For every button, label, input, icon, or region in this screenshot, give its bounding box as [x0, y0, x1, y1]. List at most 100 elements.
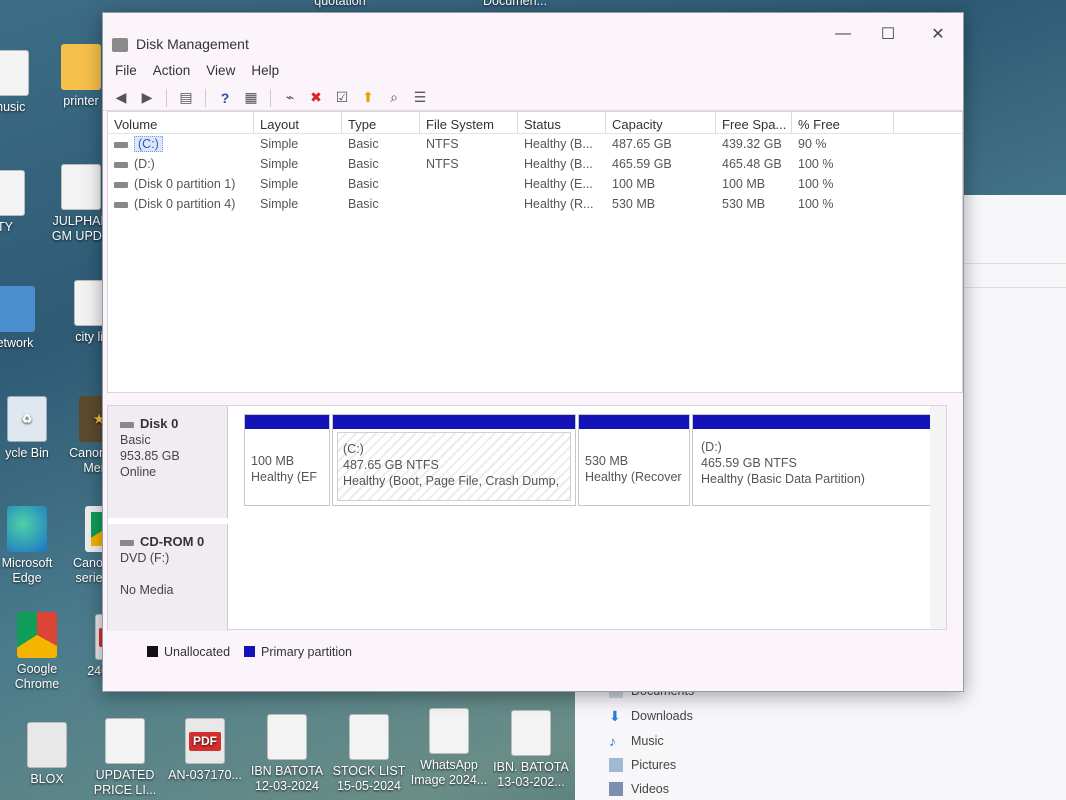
- disk-0-label[interactable]: Disk 0 Basic 953.85 GB Online: [108, 406, 228, 518]
- menu-bar: File Action View Help: [103, 63, 963, 85]
- file-icon: [511, 710, 551, 756]
- desktop-icon-ibn-batota-13[interactable]: IBN. BATOTA 13-03-202...: [492, 710, 570, 790]
- back-icon[interactable]: ◀: [111, 88, 131, 108]
- up-icon[interactable]: ⬆: [358, 88, 378, 108]
- file-icon: [267, 714, 307, 760]
- column-file-system[interactable]: File System: [420, 112, 518, 133]
- table-row[interactable]: (D:) Simple Basic NTFS Healthy (B... 465…: [108, 154, 962, 174]
- folder-icon: [61, 44, 101, 90]
- properties-icon[interactable]: ▦: [241, 88, 261, 108]
- table-row[interactable]: (C:) Simple Basic NTFS Healthy (B... 487…: [108, 134, 962, 154]
- help-icon[interactable]: ?: [215, 88, 235, 108]
- cdrom-0-label[interactable]: CD-ROM 0 DVD (F:) No Media: [108, 524, 228, 631]
- table-row[interactable]: (Disk 0 partition 1) Simple Basic Health…: [108, 174, 962, 194]
- file-icon: [0, 170, 25, 216]
- menu-action[interactable]: Action: [153, 63, 191, 85]
- disk-0-size: 953.85 GB: [120, 449, 180, 463]
- close-button[interactable]: ✕: [918, 19, 958, 49]
- file-icon: [105, 718, 145, 764]
- partition-c[interactable]: (C:) 487.65 GB NTFS Healthy (Boot, Page …: [332, 414, 576, 506]
- desktop-icon-blox[interactable]: BLOX: [8, 722, 86, 787]
- toolbar-divider: [166, 88, 167, 107]
- search-icon[interactable]: ⌕: [384, 88, 404, 108]
- legend: Unallocated Primary partition: [147, 645, 352, 659]
- column-free-space[interactable]: Free Spa...: [716, 112, 792, 133]
- disk-0-type: Basic: [120, 433, 151, 447]
- desktop-icon-updated-price-list[interactable]: UPDATED PRICE LI...: [86, 718, 164, 798]
- file-icon: [0, 50, 29, 96]
- column-layout[interactable]: Layout: [254, 112, 342, 133]
- column-capacity[interactable]: Capacity: [606, 112, 716, 133]
- edge-icon: [7, 506, 47, 552]
- column-type[interactable]: Type: [342, 112, 420, 133]
- desktop-icon-google-chrome[interactable]: Google Chrome: [0, 612, 76, 692]
- desktop-icon-recycle-bin[interactable]: ♻ ycle Bin: [0, 396, 66, 461]
- videos-icon: [609, 782, 623, 796]
- minimize-button[interactable]: —: [823, 19, 863, 49]
- disk-graphical-view: Disk 0 Basic 953.85 GB Online 100 MB Hea…: [107, 405, 947, 631]
- explorer-nav-downloads[interactable]: ⬇ Downloads: [609, 707, 693, 725]
- window-title: Disk Management: [136, 36, 249, 52]
- partition-color-bar: [245, 415, 329, 429]
- drive-icon: [114, 161, 128, 168]
- unallocated-swatch: [147, 646, 158, 657]
- partition-color-bar: [693, 415, 933, 429]
- pdf-icon: PDF: [185, 718, 225, 764]
- title-bar[interactable]: Disk Management — ☐ ✕: [103, 13, 963, 63]
- explorer-nav-music[interactable]: ♪ Music: [609, 732, 664, 750]
- legend-primary: Primary partition: [244, 645, 352, 659]
- partition-color-bar: [333, 415, 575, 429]
- disk-0-state: Online: [120, 465, 157, 479]
- desktop-icon-music[interactable]: music: [0, 50, 48, 115]
- forward-icon[interactable]: ▶: [137, 88, 157, 108]
- desktop-top-label[interactable]: quotation: [295, 0, 385, 9]
- disk-management-icon: [112, 38, 128, 52]
- cdrom-0-name: CD-ROM 0: [120, 534, 227, 550]
- explorer-nav-videos[interactable]: Videos: [609, 780, 669, 798]
- toolbar-divider: [270, 88, 271, 107]
- download-icon: ⬇: [609, 708, 621, 724]
- disk-icon: [120, 421, 134, 428]
- drive-icon: [114, 201, 128, 208]
- desktop-icon-ty[interactable]: TY: [0, 170, 44, 235]
- pictures-icon: [609, 758, 623, 772]
- toolbar: ◀ ▶ ▤ ? ▦ ⌁ ✖ ☑ ⬆ ⌕ ☰: [103, 85, 963, 111]
- menu-view[interactable]: View: [206, 63, 235, 85]
- column-volume[interactable]: Volume: [108, 112, 254, 133]
- legend-unallocated: Unallocated: [147, 645, 230, 659]
- file-icon: [349, 714, 389, 760]
- maximize-button[interactable]: ☐: [868, 19, 908, 49]
- desktop-icon-an-037170[interactable]: PDF AN-037170...: [166, 718, 244, 783]
- recycle-bin-icon: ♻: [7, 396, 47, 442]
- settings-icon[interactable]: ☰: [410, 88, 430, 108]
- desktop-icon-network[interactable]: etwork: [0, 286, 54, 351]
- cdrom-0-media: No Media: [120, 583, 174, 597]
- volume-list-header: Volume Layout Type File System Status Ca…: [108, 112, 962, 134]
- desktop-icon-stock-list[interactable]: STOCK LIST 15-05-2024: [330, 714, 408, 794]
- partition-color-bar: [579, 415, 689, 429]
- drive-icon: [114, 181, 128, 188]
- desktop-icon-ibn-batota-12[interactable]: IBN BATOTA 12-03-2024: [248, 714, 326, 794]
- disk-0-name: Disk 0: [120, 416, 227, 432]
- vertical-scrollbar[interactable]: [930, 406, 946, 629]
- console-tree-icon[interactable]: ▤: [176, 88, 196, 108]
- network-icon: [0, 286, 35, 332]
- partition-d[interactable]: (D:) 465.59 GB NTFS Healthy (Basic Data …: [692, 414, 934, 506]
- menu-help[interactable]: Help: [251, 63, 279, 85]
- desktop-icon-whatsapp-image[interactable]: WhatsApp Image 2024...: [410, 708, 488, 788]
- partition-recovery[interactable]: 530 MB Healthy (Recover: [578, 414, 690, 506]
- column-percent-free[interactable]: % Free: [792, 112, 894, 133]
- menu-file[interactable]: File: [115, 63, 137, 85]
- desktop-icon-edge[interactable]: Microsoft Edge: [0, 506, 66, 586]
- partition-efi[interactable]: 100 MB Healthy (EF: [244, 414, 330, 506]
- cdrom-0-drive: DVD (F:): [120, 551, 170, 565]
- delete-icon[interactable]: ✖: [306, 88, 326, 108]
- check-icon[interactable]: ☑: [332, 88, 352, 108]
- column-status[interactable]: Status: [518, 112, 606, 133]
- explorer-nav-pictures[interactable]: Pictures: [609, 756, 676, 774]
- chrome-icon: [17, 612, 57, 658]
- table-row[interactable]: (Disk 0 partition 4) Simple Basic Health…: [108, 194, 962, 214]
- connect-icon[interactable]: ⌁: [280, 88, 300, 108]
- disk-management-window: Disk Management — ☐ ✕ File Action View H…: [102, 12, 964, 692]
- desktop-top-label[interactable]: Documen...: [470, 0, 560, 9]
